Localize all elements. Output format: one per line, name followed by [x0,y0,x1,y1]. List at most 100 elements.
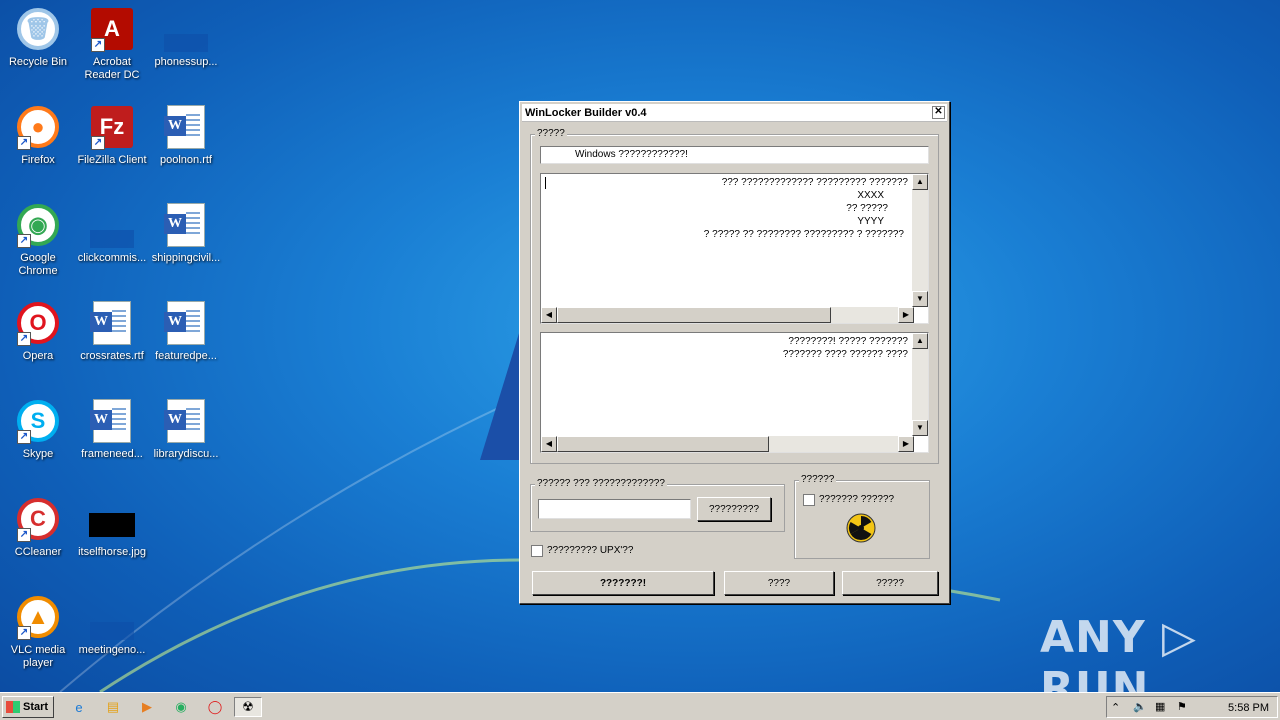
generate-code-button[interactable]: ????????? [697,497,771,521]
secondary-memo[interactable]: ????????! ????? ??????? ??????? ???? ???… [540,332,929,453]
desktop-icon[interactable]: O ↗ Opera [0,300,76,363]
desktop-icon-label: VLC media player [10,644,66,669]
explorer-icon[interactable]: ▤ [102,697,124,717]
memo1-line: ??? ????????????? ????????? ??????? [721,177,908,188]
winlocker-window: WinLocker Builder v0.4 ✕ ????? Windows ?… [519,101,950,604]
chrome-icon: ◉ ↗ [15,202,61,248]
memo1-line: XXXX [857,190,884,201]
winlocker-task-icon[interactable]: ☢ [234,697,262,717]
memo2-scroll-thumb[interactable] [557,436,769,452]
desktop-icon-label: meetingeno... [78,644,146,656]
desktop-icon-label: Firefox [21,154,55,166]
title-field[interactable]: Windows ????????????! [540,146,929,164]
desktop-icon[interactable]: Wfeaturedpe... [148,300,224,363]
desktop-icon[interactable]: Wpoolnon.rtf [148,104,224,167]
network-icon[interactable]: ▦ [1155,700,1165,713]
desktop-icon[interactable]: Fz ↗ FileZilla Client [74,104,150,167]
desktop-icon-label: shippingcivil... [151,252,221,264]
desktop-icon[interactable]: S ↗ Skype [0,398,76,461]
scroll-down-icon[interactable]: ▼ [912,420,928,436]
scroll-right-icon[interactable]: ▶ [898,436,914,452]
text-group-label: ????? [535,128,567,139]
text-cursor [545,177,546,189]
word-doc-icon: W [163,202,209,248]
shortcut-arrow-icon: ↗ [17,234,31,248]
desktop-icon-label: frameneed... [81,448,143,460]
scroll-up-icon[interactable]: ▲ [912,333,928,349]
desktop-icon[interactable]: Wframeneed... [74,398,150,461]
word-doc-icon: W [163,300,209,346]
skype-icon: S ↗ [15,398,61,444]
chrome-icon[interactable]: ◉ [170,697,192,717]
desktop-icon[interactable]: itselfhorse.jpg [74,496,150,559]
opera-icon: O ↗ [15,300,61,346]
desktop-icon[interactable]: ● ↗ Firefox [0,104,76,167]
window-title: WinLocker Builder v0.4 [525,107,647,119]
recycle-bin-icon: 🗑 [15,6,61,52]
ccleaner-icon: C ↗ [15,496,61,542]
start-button[interactable]: Start [2,696,54,718]
shortcut-arrow-icon: ↗ [17,430,31,444]
scroll-right-icon[interactable]: ▶ [898,307,914,323]
icon-checkbox[interactable] [803,494,815,506]
desktop-icon[interactable]: 🗑 Recycle Bin [0,6,76,69]
scroll-left-icon[interactable]: ◀ [541,307,557,323]
tray-expand-icon[interactable]: ⌃ [1111,701,1120,714]
ie-icon[interactable]: e [68,697,90,717]
media-player-icon[interactable]: ▶ [136,697,158,717]
scroll-down-icon[interactable]: ▼ [912,291,928,307]
desktop-icon[interactable]: C ↗ CCleaner [0,496,76,559]
opera-icon[interactable]: ◯ [204,697,226,717]
blank-file-icon [89,594,135,640]
flag-icon[interactable]: ⚑ [1177,700,1187,713]
desktop-icon-label: Skype [22,448,54,460]
code-input[interactable] [538,499,691,519]
start-label: Start [23,701,49,713]
memo1-scroll-thumb[interactable] [557,307,831,323]
message-memo[interactable]: ??? ????????????? ????????? ??????? XXXX… [540,173,929,324]
memo1-vertical-scrollbar[interactable]: ▲ ▼ [912,174,928,307]
desktop-icon-label: Google Chrome [18,252,58,277]
radiation-icon[interactable] [846,513,876,543]
blank-file-icon [89,202,135,248]
desktop-icon[interactable]: A ↗ Acrobat Reader DC [74,6,150,82]
word-doc-icon: W [163,398,209,444]
vlc-icon: ▲ ↗ [15,594,61,640]
desktop-icon[interactable]: ◉ ↗ Google Chrome [0,202,76,278]
desktop-icon-label: librarydiscu... [153,448,219,460]
clock[interactable]: 5:58 PM [1228,702,1269,714]
memo2-vertical-scrollbar[interactable]: ▲ ▼ [912,333,928,436]
scroll-up-icon[interactable]: ▲ [912,174,928,190]
taskbar: Start e ▤ ▶ ◉ ◯ ☢ ⌃ 🔈 ▦ ⚑ 5:58 PM [0,692,1280,720]
close-button[interactable]: ✕ [932,106,945,119]
desktop-icon-label: Recycle Bin [8,56,68,68]
icon-checkbox-label: ??????? ?????? [819,494,895,505]
system-tray: ⌃ 🔈 ▦ ⚑ 5:58 PM [1106,696,1278,718]
memo2-horizontal-scrollbar[interactable]: ◀ ▶ [541,436,914,452]
desktop-icon[interactable]: Wlibrarydiscu... [148,398,224,461]
third-button[interactable]: ????? [842,571,938,595]
desktop-icon[interactable]: meetingeno... [74,594,150,657]
word-doc-icon: W [163,104,209,150]
memo2-line: ????????! ????? ??????? [788,336,908,347]
desktop-icon[interactable]: phonessup... [148,6,224,69]
windows-logo-icon [6,701,20,713]
second-button[interactable]: ???? [724,571,834,595]
shortcut-arrow-icon: ↗ [91,38,105,52]
desktop-icon[interactable]: clickcommis... [74,202,150,265]
memo1-horizontal-scrollbar[interactable]: ◀ ▶ [541,307,914,323]
volume-icon[interactable]: 🔈 [1133,700,1147,713]
desktop-icon[interactable]: Wshippingcivil... [148,202,224,265]
title-bar[interactable]: WinLocker Builder v0.4 ✕ [522,104,947,122]
upx-checkbox[interactable] [531,545,543,557]
desktop-icon[interactable]: Wcrossrates.rtf [74,300,150,363]
build-button[interactable]: ???????! [532,571,714,595]
memo1-line: ?? ????? [846,203,888,214]
desktop-icon[interactable]: ▲ ↗ VLC media player [0,594,76,670]
acrobat-icon: A ↗ [89,6,135,52]
memo2-line: ??????? ???? ?????? ???? [782,349,908,360]
desktop-icon-label: crossrates.rtf [80,350,144,362]
word-doc-icon: W [89,398,135,444]
title-field-text: Windows ????????????! [575,149,688,160]
scroll-left-icon[interactable]: ◀ [541,436,557,452]
